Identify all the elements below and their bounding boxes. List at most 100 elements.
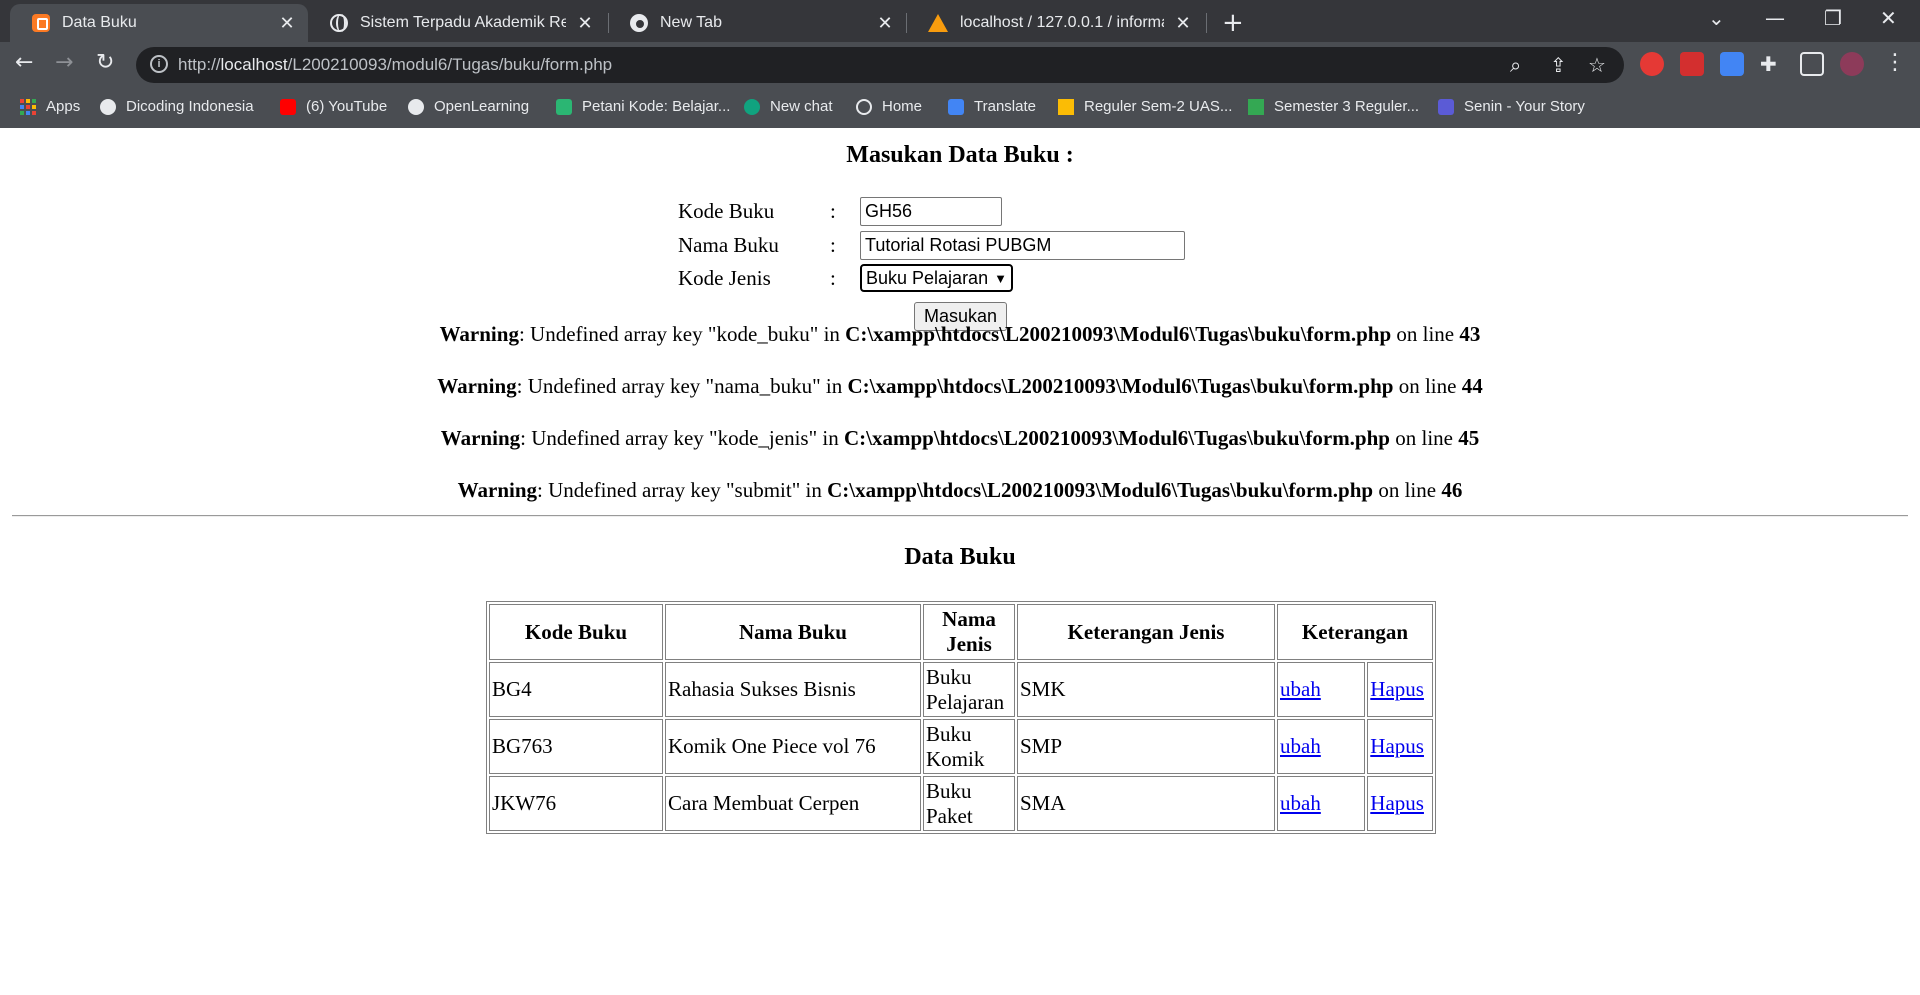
close-icon[interactable]: ✕ [876,13,894,34]
cell-kode-buku: BG763 [489,719,663,774]
restore-icon[interactable]: ❐ [1824,6,1842,30]
bookmark-label: OpenLearning [434,98,530,115]
bookmark-label: New chat [770,98,833,115]
tab-title: Data Buku [62,14,137,31]
warning-message: : Undefined array key "nama_buku" in [516,374,848,398]
kode-buku-input[interactable] [860,196,1002,226]
close-icon[interactable]: ✕ [1174,13,1192,34]
browser-chrome: Data Buku ✕ Sistem Terpadu Akademik Regu… [0,0,1920,128]
bookmark-openlearning[interactable]: OpenLearning [408,98,529,115]
warning-message: : Undefined array key "kode_jenis" in [520,426,845,450]
table-row: BG4 Rahasia Sukses Bisnis Buku Pelajaran… [489,662,1433,717]
data-buku-table: Kode Buku Nama Buku Nama Jenis Keteranga… [486,601,1436,834]
cell-nama-buku: Cara Membuat Cerpen [665,776,921,831]
google-translate-icon [948,98,964,115]
cell-nama-buku: Rahasia Sukses Bisnis [665,662,921,717]
bookmark-youtube[interactable]: (6) YouTube [280,98,387,115]
bookmark-petani-kode[interactable]: Petani Kode: Belajar... [556,98,730,115]
warning-line-number: 45 [1458,426,1480,450]
ubah-link[interactable]: ubah [1280,677,1321,701]
horizontal-divider [12,515,1908,517]
chevron-down-icon: ▼ [994,270,1007,286]
zoom-icon[interactable]: ⌕ [1510,53,1521,77]
bookmark-apps[interactable]: Apps [20,98,80,115]
cell-nama-buku: Komik One Piece vol 76 [665,719,921,774]
cell-edit: ubah [1277,719,1366,774]
php-warning: Warning: Undefined array key "kode_buku"… [0,322,1920,347]
kode-jenis-row: Kode Jenis : Buku Pelajaran ▼ [678,263,1013,293]
close-icon[interactable]: ✕ [278,13,296,34]
cell-keterangan-jenis: SMP [1017,719,1275,774]
address-bar[interactable]: i http://localhost/L200210093/modul6/Tug… [136,47,1624,83]
tab-title: Sistem Terpadu Akademik Reguler [360,14,566,31]
adblock-extension-icon[interactable] [1640,52,1664,76]
extensions-puzzle-icon[interactable]: ✚ [1760,52,1784,76]
forward-arrow-icon[interactable]: → [55,50,73,75]
bookmark-reguler-sem2[interactable]: Reguler Sem-2 UAS... [1058,98,1232,115]
tab-phpmyadmin[interactable]: localhost / 127.0.0.1 / informatika ✕ [906,4,1204,42]
bookmark-home[interactable]: Home [856,98,922,115]
cell-delete: Hapus [1367,662,1433,717]
kode-buku-row: Kode Buku : [678,196,1002,226]
table-row: BG763 Komik One Piece vol 76 Buku Komik … [489,719,1433,774]
nama-buku-input[interactable] [860,230,1185,260]
bookmark-semester-3[interactable]: Semester 3 Reguler... [1248,98,1419,115]
reload-icon[interactable]: ↻ [96,50,114,75]
bookmark-label: Senin - Your Story [1464,98,1585,115]
side-panel-icon[interactable] [1800,52,1824,76]
window-close-icon[interactable]: ✕ [1880,6,1897,30]
tab-sistem-terpadu[interactable]: Sistem Terpadu Akademik Reguler ✕ [308,4,606,42]
bookmark-star-icon[interactable]: ☆ [1588,53,1606,77]
table-row: JKW76 Cara Membuat Cerpen Buku Paket SMA… [489,776,1433,831]
dicoding-icon [100,98,116,115]
kode-jenis-label: Kode Jenis [678,265,771,290]
menu-kebab-icon[interactable]: ⋮ [1884,50,1906,75]
new-tab-plus-icon[interactable]: + [1222,8,1244,38]
bookmark-label: Home [882,98,923,115]
tab-title: localhost / 127.0.0.1 / informatika [960,14,1164,31]
back-arrow-icon[interactable]: ← [15,50,33,75]
google-drive-icon [1248,98,1264,115]
header-nama-buku: Nama Buku [665,604,921,660]
url-text[interactable]: http://localhost/L200210093/modul6/Tugas… [178,55,612,75]
heart-icon [1438,98,1454,115]
profile-avatar[interactable] [1840,52,1864,76]
bookmark-label: Reguler Sem-2 UAS... [1084,98,1233,115]
warning-label: Warning [440,426,521,450]
kode-jenis-selected: Buku Pelajaran [866,267,989,288]
bookmark-senin-your-story[interactable]: Senin - Your Story [1438,98,1585,115]
bookmark-translate[interactable]: Translate [948,98,1036,115]
tab-new-tab[interactable]: New Tab ✕ [608,4,906,42]
warning-line-number: 46 [1441,478,1463,502]
bookmark-new-chat[interactable]: New chat [744,98,833,115]
header-nama-jenis: Nama Jenis [923,604,1015,660]
tab-data-buku[interactable]: Data Buku ✕ [10,4,308,42]
url-path: /L200210093/modul6/Tugas/buku/form.php [287,55,613,74]
tab-divider [1206,13,1207,33]
minimize-icon[interactable]: — [1765,6,1785,30]
bookmark-label: Dicoding Indonesia [126,98,254,115]
translate-extension-icon[interactable] [1720,52,1744,76]
warning-label: Warning [437,374,517,398]
warning-on-line: on line [1391,322,1460,346]
site-info-icon[interactable]: i [150,55,168,73]
close-icon[interactable]: ✕ [576,13,594,34]
php-warning: Warning: Undefined array key "kode_jenis… [0,426,1920,451]
hapus-link[interactable]: Hapus [1370,677,1424,701]
ubah-link[interactable]: ubah [1280,734,1321,758]
tab-search-chevron-icon[interactable]: ⌄ [1708,6,1725,30]
ubah-link[interactable]: ubah [1280,791,1321,815]
warning-line-number: 43 [1459,322,1481,346]
page-content: Masukan Data Buku : Kode Buku : Nama Buk… [0,128,1920,995]
cell-delete: Hapus [1367,776,1433,831]
kode-jenis-select[interactable]: Buku Pelajaran ▼ [860,264,1013,292]
hapus-link[interactable]: Hapus [1370,791,1424,815]
video-extension-icon[interactable] [1680,52,1704,76]
hapus-link[interactable]: Hapus [1370,734,1424,758]
bookmark-label: Semester 3 Reguler... [1274,98,1420,115]
share-icon[interactable]: ⇪ [1550,53,1567,77]
bookmark-dicoding[interactable]: Dicoding Indonesia [100,98,254,115]
cell-keterangan-jenis: SMA [1017,776,1275,831]
cell-keterangan-jenis: SMK [1017,662,1275,717]
cell-edit: ubah [1277,662,1366,717]
